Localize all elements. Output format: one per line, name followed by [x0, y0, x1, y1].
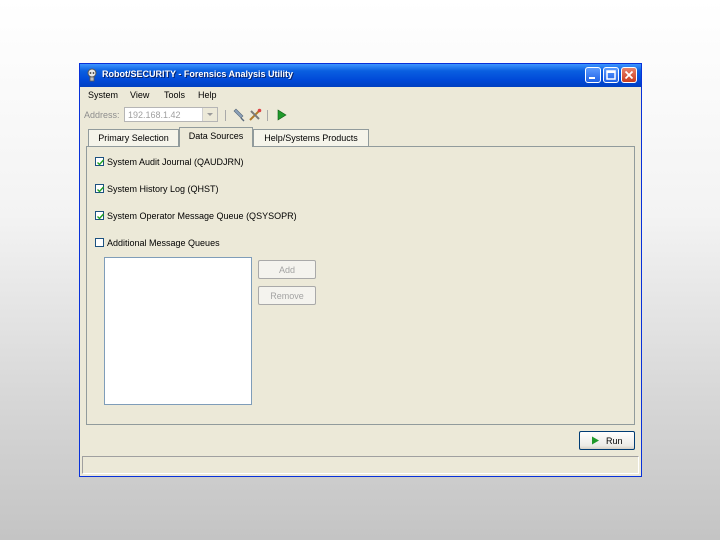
menu-view[interactable]: View: [130, 90, 149, 100]
main-window: Robot/SECURITY - Forensics Analysis Util…: [79, 63, 642, 477]
toolbar-separator: [267, 110, 268, 121]
close-icon: [624, 70, 634, 80]
address-combobox[interactable]: [124, 107, 218, 122]
menu-bar: System View Tools Help: [80, 87, 641, 104]
tab-label: Primary Selection: [98, 133, 169, 143]
checkbox[interactable]: [95, 184, 105, 193]
checkbox[interactable]: [95, 211, 105, 220]
toolbar-separator: [225, 110, 226, 121]
status-bar: [82, 456, 639, 474]
tab-label: Help/Systems Products: [264, 133, 358, 143]
title-bar[interactable]: Robot/SECURITY - Forensics Analysis Util…: [80, 64, 641, 87]
message-queue-list[interactable]: [104, 257, 252, 405]
menu-help[interactable]: Help: [198, 90, 217, 100]
remove-button[interactable]: Remove: [258, 286, 316, 305]
minimize-button[interactable]: [585, 67, 601, 83]
checkbox-label: System History Log (QHST): [107, 184, 219, 194]
checkbox[interactable]: [95, 238, 104, 247]
robot-icon: [85, 68, 99, 82]
tools-icon[interactable]: [248, 108, 262, 122]
menu-tools[interactable]: Tools: [164, 90, 185, 100]
tab-primary-selection[interactable]: Primary Selection: [88, 129, 179, 146]
checkbox-label: Additional Message Queues: [107, 238, 220, 248]
checkbox[interactable]: [95, 157, 105, 166]
address-toolbar: Address:: [80, 104, 641, 126]
run-icon[interactable]: [275, 108, 289, 122]
checkbox-label: System Operator Message Queue (QSYSOPR): [107, 211, 297, 221]
run-button[interactable]: Run: [579, 431, 635, 450]
tab-help-systems-products[interactable]: Help/Systems Products: [253, 129, 369, 146]
menu-system[interactable]: System: [88, 90, 118, 100]
address-input[interactable]: [125, 108, 203, 121]
window-title: Robot/SECURITY - Forensics Analysis Util…: [102, 69, 294, 79]
data-sources-panel: System Audit Journal (QAUDJRN) System Hi…: [86, 146, 635, 425]
maximize-button[interactable]: [603, 67, 619, 83]
play-icon: [592, 436, 600, 444]
address-label: Address:: [84, 110, 120, 120]
chevron-down-icon[interactable]: [202, 108, 217, 121]
run-label: Run: [606, 435, 623, 446]
disconnect-icon[interactable]: [232, 108, 246, 122]
tab-label: Data Sources: [188, 131, 244, 141]
tab-data-sources[interactable]: Data Sources: [179, 127, 253, 147]
add-button[interactable]: Add: [258, 260, 316, 279]
close-button[interactable]: [621, 67, 637, 83]
checkbox-label: System Audit Journal (QAUDJRN): [107, 157, 244, 167]
